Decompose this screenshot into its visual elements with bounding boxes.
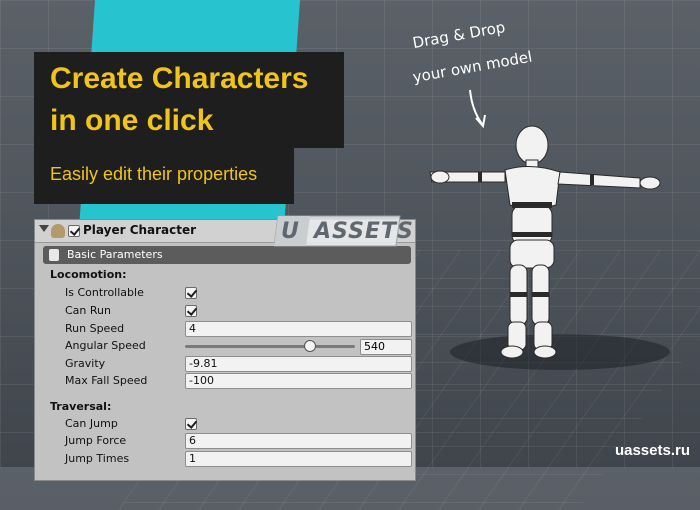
is-controllable-checkbox[interactable] [185, 287, 197, 299]
inspector-panel: Player Character Basic Parameters Locomo… [34, 219, 416, 481]
can-jump-label: Can Jump [65, 417, 118, 430]
angular-speed-field[interactable]: 540 [360, 339, 412, 355]
gravity-field[interactable]: -9.81 [185, 356, 412, 372]
angular-speed-slider[interactable] [185, 345, 355, 348]
component-enabled-checkbox[interactable] [68, 225, 80, 237]
section-icon [49, 249, 59, 261]
max-fall-speed-label: Max Fall Speed [65, 374, 148, 387]
max-fall-speed-field[interactable]: -100 [185, 373, 412, 389]
watermark-text: ASSETS [314, 219, 414, 244]
watermark-u: U [281, 219, 299, 244]
run-speed-field[interactable]: 4 [185, 321, 412, 337]
locomotion-label: Locomotion: [50, 268, 127, 281]
foldout-arrow-icon[interactable] [39, 225, 49, 232]
character-shadow [450, 334, 670, 370]
component-title: Player Character [83, 223, 197, 237]
section-header[interactable]: Basic Parameters [43, 246, 411, 264]
traversal-label: Traversal: [50, 400, 112, 413]
component-icon [51, 224, 65, 238]
jump-force-label: Jump Force [65, 434, 127, 447]
character-model-icon [429, 125, 661, 359]
run-speed-label: Run Speed [65, 322, 125, 335]
gravity-label: Gravity [65, 357, 106, 370]
jump-times-label: Jump Times [65, 452, 130, 465]
angular-speed-label: Angular Speed [65, 339, 146, 352]
site-watermark: uassets.ru [614, 442, 690, 459]
can-run-checkbox[interactable] [185, 305, 197, 317]
angular-speed-slider-thumb[interactable] [304, 340, 316, 352]
section-label: Basic Parameters [67, 248, 163, 261]
can-jump-checkbox[interactable] [185, 418, 197, 430]
can-run-label: Can Run [65, 304, 111, 317]
is-controllable-label: Is Controllable [65, 286, 144, 299]
jump-times-field[interactable]: 1 [185, 451, 412, 467]
jump-force-field[interactable]: 6 [185, 433, 412, 449]
